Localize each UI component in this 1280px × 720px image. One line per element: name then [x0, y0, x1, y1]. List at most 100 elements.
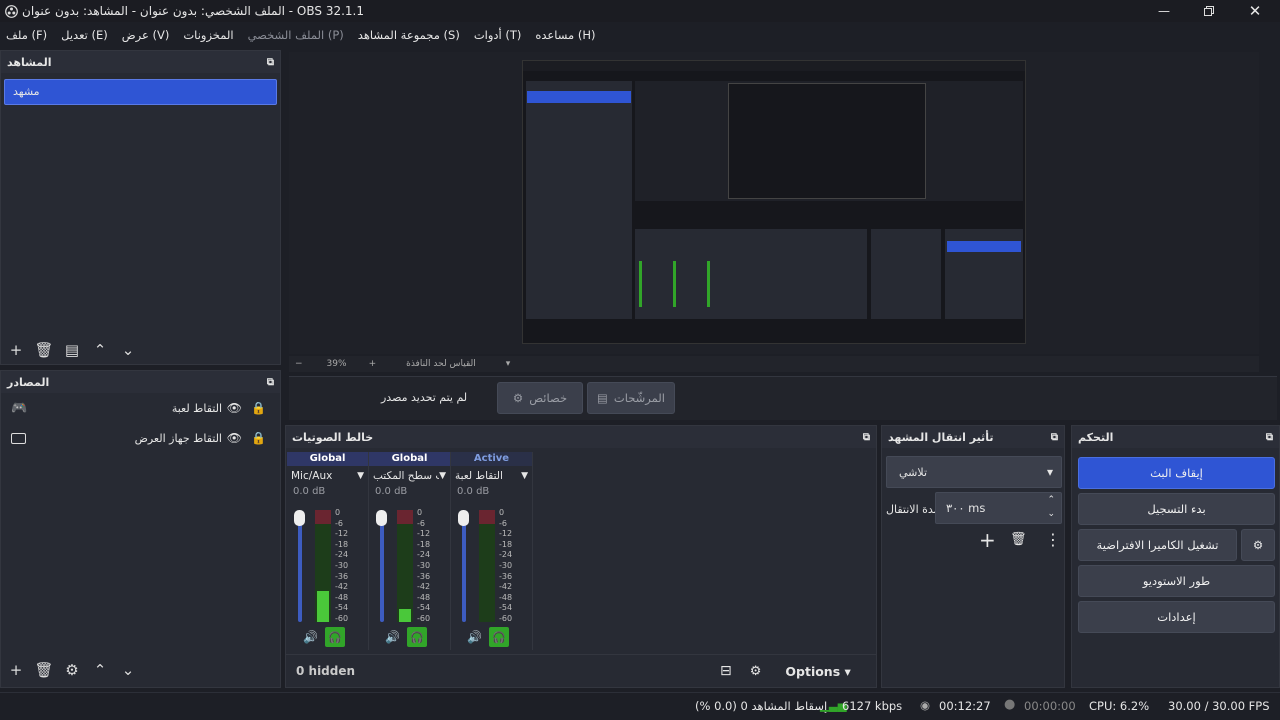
menu-scene-collection[interactable]: مجموعة المشاهد (S)	[358, 28, 460, 42]
menu-help[interactable]: مساعده (H)	[535, 28, 595, 42]
channel-label: التقاط لعبة	[455, 470, 503, 482]
transition-type: تلاشي	[899, 465, 928, 479]
preview-canvas	[522, 60, 1026, 344]
scale-mode[interactable]: القياس لحد النافذة	[406, 359, 476, 369]
menu-file[interactable]: ملف (F)	[6, 28, 47, 42]
controls-title: التحكم	[1078, 430, 1114, 444]
chevron-down-icon[interactable]: ▾	[506, 359, 511, 369]
volume-slider-handle[interactable]	[458, 510, 469, 526]
channel-name[interactable]: التقاط لعبة ▼	[451, 466, 532, 486]
tick-label: -18	[499, 539, 513, 549]
zoom-out-icon[interactable]: −	[295, 359, 303, 369]
menu-profile[interactable]: الملف الشخصي (P)	[248, 28, 344, 42]
virtual-camera-settings-button[interactable]: ⚙	[1241, 529, 1275, 561]
close-icon[interactable]: ✕	[1243, 0, 1267, 22]
transitions-dock: تأثير انتقال المشهد ⧉ تلاشي ▾ مدة الانتقا…	[881, 425, 1065, 688]
channel-name[interactable]: Mic/Aux ▼	[287, 466, 368, 486]
trash-icon[interactable]: 🗑	[33, 659, 55, 681]
volume-slider[interactable]	[380, 512, 384, 622]
tick-labels: 0 -6 -12 -18 -24 -30 -36 -42 -48 -54 -60	[335, 508, 348, 625]
monitoring-mode: Global	[287, 452, 368, 466]
chevron-up-icon[interactable]: ⌃	[89, 659, 111, 681]
studio-mode-button[interactable]: طور الاستوديو	[1078, 565, 1275, 597]
speaker-icon[interactable]: 🔊	[467, 630, 482, 644]
options-button[interactable]: Options ▾	[785, 664, 850, 679]
transition-select[interactable]: تلاشي ▾	[886, 456, 1062, 488]
tick-label: -6	[499, 518, 507, 528]
add-transition-icon[interactable]: +	[979, 528, 996, 552]
gear-icon[interactable]: ⚙	[61, 659, 83, 681]
advanced-audio-icon[interactable]: ⚙	[750, 664, 762, 679]
zoom-in-icon[interactable]: +	[369, 359, 377, 369]
source-row[interactable]: 🎮 التقاط لعبة 👁 🔒	[1, 393, 280, 423]
tick-label: 0	[335, 508, 341, 517]
spin-up-icon[interactable]: ⌃	[1047, 495, 1055, 505]
filters-icon: ▤	[597, 391, 608, 405]
add-source-icon[interactable]: +	[5, 659, 27, 681]
filters-button[interactable]: ▤ المرشّحات	[587, 382, 675, 414]
meter-peak-zone	[479, 510, 495, 524]
eye-icon[interactable]: 👁	[227, 431, 242, 445]
eye-icon[interactable]: 👁	[227, 401, 242, 415]
source-name: التقاط جهاز العرض	[134, 431, 222, 445]
tick-label: -60	[499, 613, 513, 623]
controls-dock: التحكم ⧉ إيقاف البث بدء التسجيل تشغيل الك…	[1071, 425, 1280, 688]
properties-button[interactable]: ⚙ خصائص	[497, 382, 583, 414]
start-recording-button[interactable]: بدء التسجيل	[1078, 493, 1275, 525]
trash-icon[interactable]: 🗑	[33, 339, 55, 361]
chevron-down-icon[interactable]: ⌄	[117, 339, 139, 361]
undock-icon[interactable]: ⧉	[863, 432, 870, 443]
add-scene-icon[interactable]: +	[5, 339, 27, 361]
tick-label: -42	[417, 582, 431, 592]
meter-level	[399, 609, 411, 622]
settings-button[interactable]: إعدادات	[1078, 601, 1275, 633]
speaker-icon[interactable]: 🔊	[303, 630, 318, 644]
headphones-icon[interactable]: 🎧	[489, 627, 509, 647]
spin-down-icon[interactable]: ⌄	[1047, 509, 1055, 519]
channel-name[interactable]: صوت سطح المكتب▼	[369, 466, 450, 486]
chevron-down-icon: ▾	[1046, 465, 1053, 479]
hidden-count[interactable]: 0 hidden	[296, 664, 366, 678]
duration-spinbox[interactable]: ٣٠٠ ms ⌃ ⌄	[935, 492, 1062, 524]
lock-icon[interactable]: 🔒	[251, 431, 266, 445]
volume-slider-handle[interactable]	[376, 510, 387, 526]
headphones-icon[interactable]: 🎧	[325, 627, 345, 647]
source-row[interactable]: التقاط جهاز العرض 👁 🔒	[1, 423, 280, 453]
chevron-up-icon[interactable]: ⌃	[89, 339, 111, 361]
scene-filters-icon[interactable]: ▤	[61, 339, 83, 361]
tick-label: -12	[417, 529, 431, 539]
volume-slider-handle[interactable]	[294, 510, 305, 526]
chevron-down-icon: ▼	[439, 471, 446, 481]
restore-icon[interactable]	[1197, 0, 1221, 22]
preview-area[interactable]: − 39% + القياس لحد النافذة ▾	[289, 52, 1259, 372]
stop-streaming-button[interactable]: إيقاف البث	[1078, 457, 1275, 489]
menu-edit[interactable]: تعديل (E)	[61, 28, 108, 42]
level-meter	[397, 510, 413, 622]
trash-icon[interactable]: 🗑	[1010, 532, 1027, 547]
volume-slider[interactable]	[298, 512, 302, 622]
chevron-down-icon[interactable]: ⌄	[117, 659, 139, 681]
mixer-footer: 0 hidden ⊟ ⚙ Options ▾	[286, 654, 876, 687]
menu-docks[interactable]: المخزونات	[183, 28, 233, 42]
tick-label: -6	[335, 518, 343, 528]
undock-icon[interactable]: ⧉	[1266, 432, 1273, 443]
menu-view[interactable]: عرض (V)	[122, 28, 170, 42]
tick-label: -24	[417, 550, 431, 560]
lock-icon[interactable]: 🔒	[251, 401, 266, 415]
more-options-icon[interactable]: ⋮	[1045, 530, 1061, 549]
layout-icon[interactable]: ⊟	[720, 663, 732, 679]
undock-icon[interactable]: ⧉	[267, 57, 274, 68]
dropped-frames: إسقاط المشاهد 0 (0.0 %)	[695, 699, 828, 713]
menu-tools[interactable]: أدوات (T)	[474, 28, 522, 42]
volume-db: 0.0 dB	[457, 486, 490, 497]
minimize-icon[interactable]: —	[1152, 0, 1176, 22]
virtual-camera-button[interactable]: تشغيل الكاميرا الافتراضية	[1078, 529, 1237, 561]
scene-item[interactable]: مشهد	[4, 79, 277, 105]
tick-label: -36	[335, 571, 349, 581]
speaker-icon[interactable]: 🔊	[385, 630, 400, 644]
undock-icon[interactable]: ⧉	[267, 377, 274, 388]
headphones-icon[interactable]: 🎧	[407, 627, 427, 647]
chevron-down-icon: ▼	[521, 471, 528, 481]
volume-slider[interactable]	[462, 512, 466, 622]
undock-icon[interactable]: ⧉	[1051, 432, 1058, 443]
